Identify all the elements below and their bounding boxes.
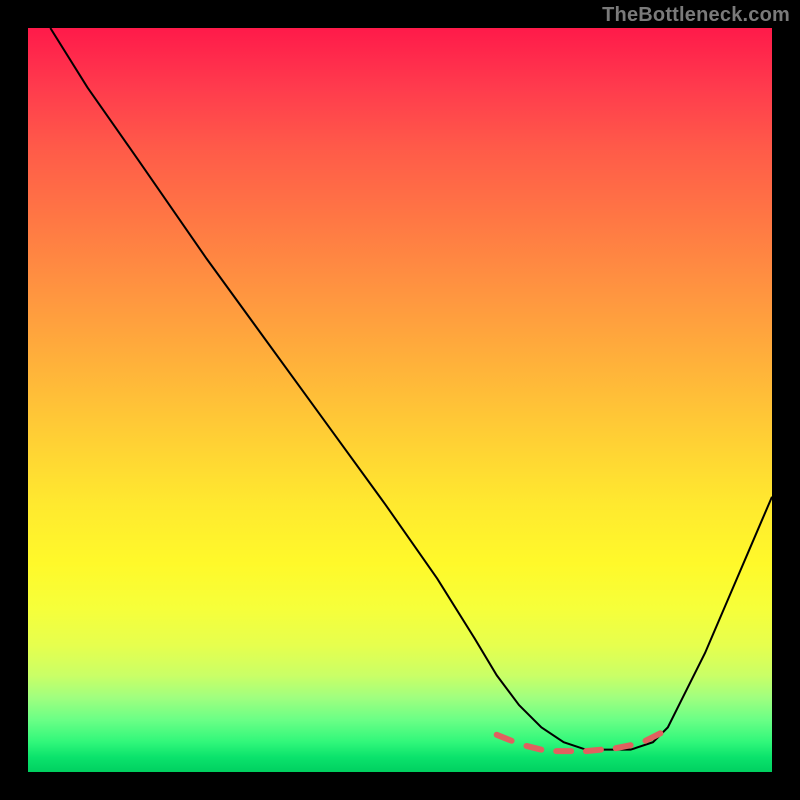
chart-svg	[28, 28, 772, 772]
chart-container: TheBottleneck.com	[0, 0, 800, 800]
watermark-text: TheBottleneck.com	[602, 4, 790, 27]
highlight-dash-segment	[497, 735, 512, 741]
curve-line	[50, 28, 772, 750]
highlight-dash-segment	[526, 746, 541, 750]
plot-area	[28, 28, 772, 772]
highlight-dash-segment	[616, 745, 631, 748]
highlight-dash-segment	[586, 750, 601, 751]
highlight-dash-segment	[646, 733, 661, 740]
